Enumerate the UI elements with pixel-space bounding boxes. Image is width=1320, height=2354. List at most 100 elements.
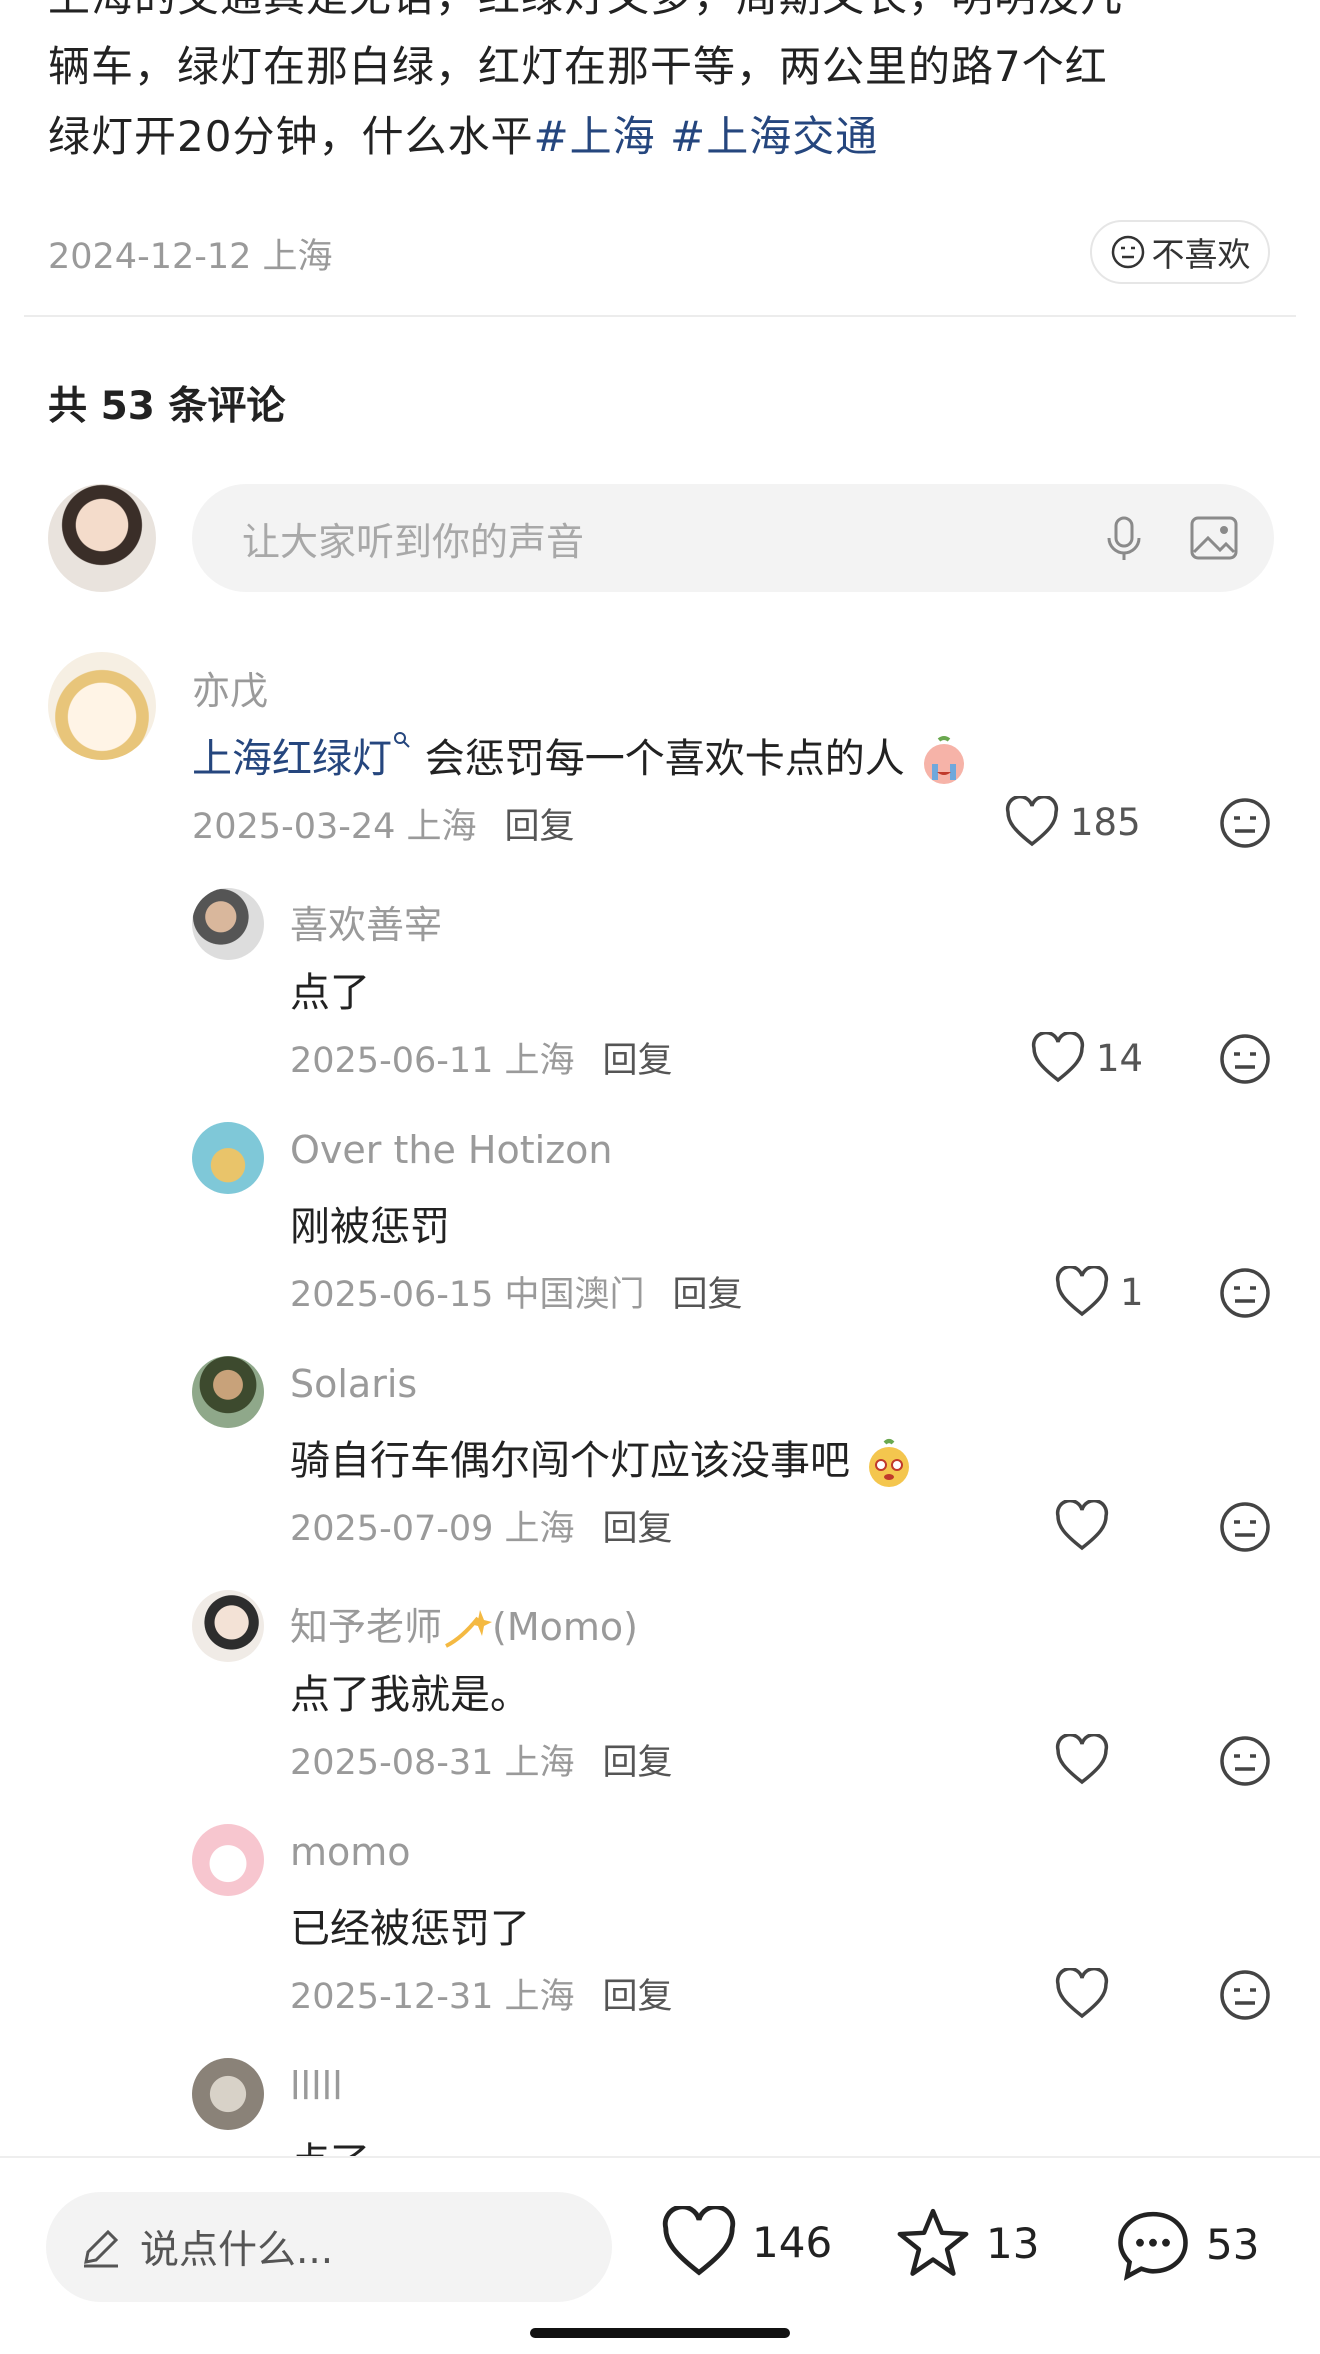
dislike-face-icon[interactable] <box>1218 1968 1272 2022</box>
avatar[interactable] <box>192 1122 264 1194</box>
comment-input[interactable]: 让大家听到你的声音 <box>192 484 1274 592</box>
heart-icon <box>1055 1500 1109 1551</box>
comment-meta: 2025-08-31 上海 回复 <box>290 1734 673 1785</box>
like-button[interactable]: 185 <box>1004 796 1141 848</box>
post-line-2: 辆车，绿灯在那白绿，红灯在那干等，两公里的路7个红 <box>48 42 1108 91</box>
post-line-1: 上海的交通真是无语，红绿灯又多，周期又长，明明没几 <box>48 0 1268 32</box>
comment-meta: 2025-07-09 上海 回复 <box>290 1500 673 1551</box>
reply-button[interactable]: 回复 <box>603 1509 673 1549</box>
reply-button[interactable]: 回复 <box>505 807 575 847</box>
comment-text-body: 骑自行车偶尔闯个灯应该没事吧 <box>290 1438 850 1484</box>
comment-author[interactable]: 亦戊 <box>192 660 268 715</box>
favorite-button[interactable]: 13 <box>894 2206 1039 2280</box>
comment-date: 2025-12-31 上海 <box>290 1977 575 2017</box>
heart-icon <box>1031 1032 1085 1083</box>
post-meta: 2024-12-12 上海 <box>48 237 333 277</box>
like-button[interactable] <box>1054 1968 1120 2020</box>
comments-count-title: 共 53 条评论 <box>48 384 286 429</box>
comment-text: 点了 <box>290 970 370 1016</box>
image-icon[interactable] <box>1184 508 1244 568</box>
like-button[interactable]: 1 <box>1054 1266 1144 1318</box>
chat-bubble-icon <box>1118 2211 1188 2281</box>
dislike-face-icon[interactable] <box>1218 796 1272 850</box>
heart-icon <box>1005 796 1059 847</box>
heart-icon <box>662 2206 736 2276</box>
comment-text-body: 会惩罚每一个喜欢卡点的人 <box>412 736 905 782</box>
dislike-face-icon[interactable] <box>1218 1032 1272 1086</box>
dislike-label: 不喜欢 <box>1151 235 1251 274</box>
comment-author[interactable]: Solaris <box>290 1362 417 1406</box>
post-line-3: 绿灯开20分钟，什么水平#上海 #上海交通 <box>48 102 1268 172</box>
like-button[interactable]: 14 <box>1030 1032 1143 1084</box>
reply-button[interactable]: 回复 <box>603 1977 673 2017</box>
dislike-face-icon[interactable] <box>1218 1500 1272 1554</box>
heart-icon <box>1055 1266 1109 1317</box>
reply-button[interactable]: 回复 <box>673 1275 743 1315</box>
comments-button[interactable]: 53 <box>1114 2206 1259 2282</box>
star-icon <box>897 2208 969 2276</box>
dog-emoji-icon <box>868 1439 909 1487</box>
avatar[interactable] <box>48 652 156 760</box>
comment-meta: 2025-06-11 上海 回复 <box>290 1032 673 1083</box>
say-placeholder: 说点什么... <box>140 2228 334 2273</box>
comment-date: 2025-06-15 中国澳门 <box>290 1275 645 1315</box>
search-icon <box>394 732 410 748</box>
crying-emoji-icon <box>924 736 965 784</box>
dislike-face-icon[interactable] <box>1218 1266 1272 1320</box>
comment-meta: 2025-12-31 上海 回复 <box>290 1968 673 2019</box>
comment-author[interactable]: Over the Hotizon <box>290 1128 612 1172</box>
like-button[interactable] <box>1054 1734 1120 1786</box>
reply-button[interactable]: 回复 <box>603 1743 673 1783</box>
like-count: 1 <box>1120 1270 1144 1314</box>
comment-text: 点了我就是。 <box>290 1672 530 1718</box>
author-name-suffix: (Momo) <box>492 1605 638 1649</box>
like-count: 14 <box>1096 1036 1144 1080</box>
comment-text: 上海红绿灯 会惩罚每一个喜欢卡点的人 <box>192 726 971 788</box>
like-post-button[interactable]: 146 <box>660 2206 832 2278</box>
avatar[interactable] <box>192 2058 264 2130</box>
comment-author[interactable]: momo <box>290 1830 411 1874</box>
bottom-action-bar: 说点什么... 146 13 53 <box>0 2156 1320 2354</box>
comment-text: 骑自行车偶尔闯个灯应该没事吧 <box>290 1428 915 1489</box>
post-line-3-text: 绿灯开20分钟，什么水平 <box>48 112 534 161</box>
comment-author[interactable]: lllll <box>290 2064 343 2108</box>
comment-meta: 2025-03-24 上海 回复 <box>192 798 575 849</box>
avatar[interactable] <box>192 1590 264 1662</box>
post-like-count: 146 <box>752 2217 833 2267</box>
favorite-count: 13 <box>986 2218 1040 2268</box>
search-link[interactable]: 上海红绿灯 <box>192 736 392 782</box>
home-indicator <box>530 2328 790 2338</box>
comment-date: 2025-07-09 上海 <box>290 1509 575 1549</box>
comment-date: 2025-06-11 上海 <box>290 1041 575 1081</box>
comment-meta: 2025-06-15 中国澳门 回复 <box>290 1266 743 1317</box>
avatar[interactable] <box>192 1356 264 1428</box>
like-button[interactable] <box>1054 1500 1120 1552</box>
post-text: 上海的交通真是无语，红绿灯又多，周期又长，明明没几 辆车，绿灯在那白绿，红灯在那… <box>48 0 1268 172</box>
sparkle-star-icon <box>445 1609 493 1648</box>
comment-author[interactable]: 喜欢善宰 <box>290 894 442 949</box>
reply-button[interactable]: 回复 <box>603 1041 673 1081</box>
comment-text: 已经被惩罚了 <box>290 1906 530 1952</box>
dislike-button[interactable]: 不喜欢 <box>1090 220 1270 284</box>
my-avatar[interactable] <box>48 484 156 592</box>
comment-author[interactable]: 知予老师 (Momo) <box>290 1596 638 1652</box>
hashtag-shanghai-traffic[interactable]: #上海交通 <box>670 112 878 161</box>
author-name: 知予老师 <box>290 1605 443 1649</box>
comments-count: 53 <box>1206 2219 1260 2269</box>
comment-text: 刚被惩罚 <box>290 1204 450 1250</box>
dislike-face-icon[interactable] <box>1218 1734 1272 1788</box>
divider <box>24 315 1296 317</box>
heart-icon <box>1055 1734 1109 1785</box>
heart-icon <box>1055 1968 1109 2019</box>
neutral-face-icon <box>1111 235 1144 269</box>
comment-date: 2025-08-31 上海 <box>290 1743 575 1783</box>
avatar[interactable] <box>192 1824 264 1896</box>
comment-date: 2025-03-24 上海 <box>192 807 477 847</box>
avatar[interactable] <box>192 888 264 960</box>
microphone-icon[interactable] <box>1094 508 1154 568</box>
pencil-icon <box>84 2229 119 2268</box>
comment-input-placeholder: 让大家听到你的声音 <box>242 519 585 564</box>
hashtag-shanghai[interactable]: #上海 <box>533 112 655 161</box>
like-count: 185 <box>1070 800 1141 844</box>
say-something-input[interactable]: 说点什么... <box>46 2192 612 2302</box>
